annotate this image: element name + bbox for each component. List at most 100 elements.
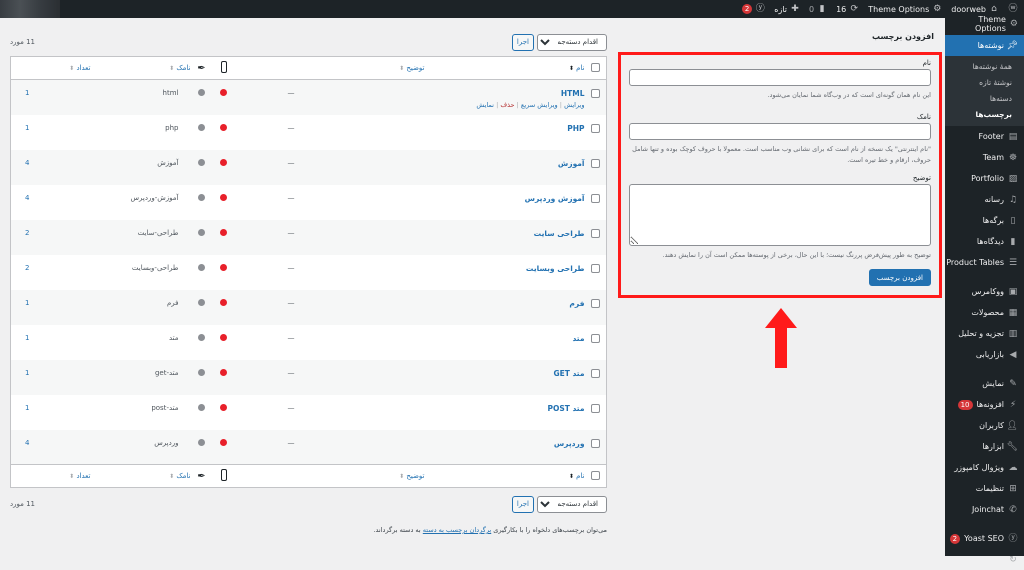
sidebar-item-footer[interactable]: ▤ Footer xyxy=(945,126,1024,147)
new-content-link[interactable]: ✚ تازه xyxy=(774,4,800,14)
sidebar-item-visual-composer[interactable]: ☁ ویژوال کامپوزر xyxy=(945,457,1024,478)
apply-button-top[interactable]: اجرا xyxy=(511,33,534,51)
bulk-action-select-top[interactable]: اقدام دسته‌جمعی xyxy=(537,33,607,51)
sidebar-theme-options[interactable]: ⚙ Theme Options xyxy=(945,15,1024,33)
sidebar-item-media[interactable]: ♫ رسانه xyxy=(945,189,1024,210)
row-checkbox[interactable] xyxy=(585,430,607,465)
sidebar-item-team[interactable]: ☸ Team xyxy=(945,147,1024,168)
tag-count-link[interactable]: 1 xyxy=(25,89,91,97)
readability-status-cell xyxy=(191,150,213,185)
column-name-footer[interactable]: نام ⬍ xyxy=(424,464,585,488)
apply-button-bottom[interactable]: اجرا xyxy=(511,495,534,513)
view-link[interactable]: نمایش xyxy=(476,101,494,109)
column-count-header[interactable]: تعداد ⬍ xyxy=(10,56,91,80)
tag-count-link[interactable]: 2 xyxy=(25,264,91,272)
sidebar-item-slider-revolution[interactable]: ↻ Slider Revolution xyxy=(936,549,1024,570)
sidebar-item-products[interactable]: ▦ محصولات xyxy=(945,302,1024,323)
sidebar-item-marketing[interactable]: ◀ بازاریابی xyxy=(945,344,1024,365)
tag-count-link[interactable]: 1 xyxy=(25,124,91,132)
sidebar-item-posts[interactable]: 📌︎ نوشته‌ها xyxy=(940,35,1024,56)
sidebar-item-appearance[interactable]: ✎ نمایش xyxy=(945,373,1024,394)
tag-name-link[interactable]: HTML xyxy=(561,89,585,98)
tag-count-link[interactable]: 4 xyxy=(25,194,91,202)
sidebar-item-joinchat[interactable]: ✆ Joinchat xyxy=(945,499,1024,520)
tag-name-link[interactable]: متد POST xyxy=(547,404,584,413)
select-all-checkbox[interactable] xyxy=(584,56,607,80)
row-checkbox[interactable] xyxy=(585,115,607,150)
column-count-footer[interactable]: تعداد ⬍ xyxy=(10,464,91,488)
tag-name-link[interactable]: متد GET xyxy=(553,369,584,378)
tag-name-link[interactable]: فرم xyxy=(569,299,584,308)
comments-link[interactable]: ▮ 0 xyxy=(809,4,827,14)
column-slug-footer[interactable]: نامک ⬍ xyxy=(90,464,191,488)
updates-link[interactable]: ⟳ 16 xyxy=(836,4,859,14)
row-checkbox[interactable] xyxy=(585,185,607,220)
row-checkbox[interactable] xyxy=(585,360,607,395)
tag-name-cell: متد POST xyxy=(425,395,584,430)
tag-slug-cell: php xyxy=(165,123,179,132)
sidebar-item-analytics[interactable]: ▥ تجزیه و تحلیل xyxy=(945,323,1024,344)
quick-edit-link[interactable]: ویرایش سریع xyxy=(521,101,558,109)
submenu-all-posts[interactable]: همهٔ نوشته‌ها xyxy=(945,59,1024,75)
tag-name-link[interactable]: آموزش وردپرس xyxy=(525,194,585,203)
column-name-header[interactable]: نام ⬍ xyxy=(424,56,585,80)
column-description-header[interactable]: توضیح ⬍ xyxy=(234,56,425,80)
tag-name-link[interactable]: متد xyxy=(572,334,584,343)
site-name-link[interactable]: ⌂ doorweb xyxy=(951,4,999,14)
sidebar-item-tools[interactable]: 🔧︎ ابزارها xyxy=(945,436,1024,457)
row-checkbox[interactable] xyxy=(585,255,607,290)
wordpress-logo-button[interactable]: ⓦ xyxy=(1008,4,1018,14)
tag-count-link[interactable]: 1 xyxy=(25,299,91,307)
tag-name-link[interactable]: وردپرس xyxy=(554,439,585,448)
tag-slug-cell: طراحی-وبسایت xyxy=(131,263,179,272)
tag-count-link[interactable]: 1 xyxy=(25,369,91,377)
table-footer-row: نام ⬍ توضیح ⬍ ✒ نامک ⬍ تعداد ⬍ xyxy=(10,464,607,488)
theme-options-link[interactable]: ⚙ Theme Options xyxy=(868,4,942,14)
sidebar-item-woocommerce[interactable]: ▣ ووکامرس xyxy=(945,281,1024,302)
tag-slug-input[interactable] xyxy=(629,123,931,140)
sidebar-item-yoast[interactable]: ⓨ Yoast SEO 2 xyxy=(945,528,1024,549)
sort-icon: ⬍ xyxy=(568,473,574,480)
tag-to-category-converter-link[interactable]: برگردان برچسب به دسته xyxy=(423,526,491,534)
submenu-tags[interactable]: برچسب‌ها xyxy=(945,107,1024,123)
readability-status-cell xyxy=(191,325,213,360)
row-checkbox[interactable] xyxy=(585,290,607,325)
tag-count-link[interactable]: 1 xyxy=(25,334,91,342)
tag-name-link[interactable]: آموزش xyxy=(558,159,585,168)
submenu-categories[interactable]: دسته‌ها xyxy=(945,91,1024,107)
sidebar-item-users[interactable]: 👤︎ کاربران xyxy=(945,415,1024,436)
tag-name-link[interactable]: طراحی وبسایت xyxy=(526,264,585,273)
tag-name-link[interactable]: طراحی سایت xyxy=(534,229,585,238)
sidebar-item-pages[interactable]: ▯ برگه‌ها xyxy=(945,210,1024,231)
row-checkbox[interactable] xyxy=(585,80,607,115)
submenu-new-post[interactable]: نوشتهٔ تازه xyxy=(945,75,1024,91)
tag-description-input[interactable] xyxy=(629,184,931,246)
tag-count-link[interactable]: 4 xyxy=(25,439,91,447)
seo-status-cell xyxy=(213,395,235,430)
yoast-link[interactable]: ⓨ 2 xyxy=(741,4,765,14)
sidebar-item-comments[interactable]: ▮ دیدگاه‌ها xyxy=(945,231,1024,252)
delete-link[interactable]: حذف xyxy=(500,101,514,109)
row-checkbox[interactable] xyxy=(585,220,607,255)
tag-count-link[interactable]: 2 xyxy=(25,229,91,237)
edit-link[interactable]: ویرایش xyxy=(564,101,584,109)
sidebar-item-settings[interactable]: ⊞ تنظیمات xyxy=(945,478,1024,499)
select-all-checkbox-bottom[interactable] xyxy=(584,464,607,488)
seo-score-red-dot xyxy=(220,89,227,96)
tag-count-cell: 2 xyxy=(11,220,91,255)
add-tag-button[interactable]: افزودن برچسب xyxy=(868,269,931,286)
row-checkbox[interactable] xyxy=(585,395,607,430)
column-traffic-light-header xyxy=(212,56,235,80)
column-slug-header[interactable]: نامک ⬍ xyxy=(90,56,191,80)
tag-count-link[interactable]: 1 xyxy=(25,404,91,412)
tag-name-input[interactable] xyxy=(629,69,931,86)
row-checkbox[interactable] xyxy=(585,325,607,360)
sidebar-item-portfolio[interactable]: ▨ Portfolio xyxy=(945,168,1024,189)
sidebar-item-plugins[interactable]: ⚡ افزونه‌ها 10 xyxy=(945,394,1024,415)
tag-name-link[interactable]: PHP xyxy=(567,124,584,133)
tag-count-link[interactable]: 4 xyxy=(25,159,91,167)
column-description-footer[interactable]: توضیح ⬍ xyxy=(234,464,425,488)
sidebar-item-product-tables[interactable]: ☰ Product Tables xyxy=(945,252,1024,273)
bulk-action-select-bottom[interactable]: اقدام دسته‌جمعی xyxy=(537,495,607,513)
row-checkbox[interactable] xyxy=(585,150,607,185)
